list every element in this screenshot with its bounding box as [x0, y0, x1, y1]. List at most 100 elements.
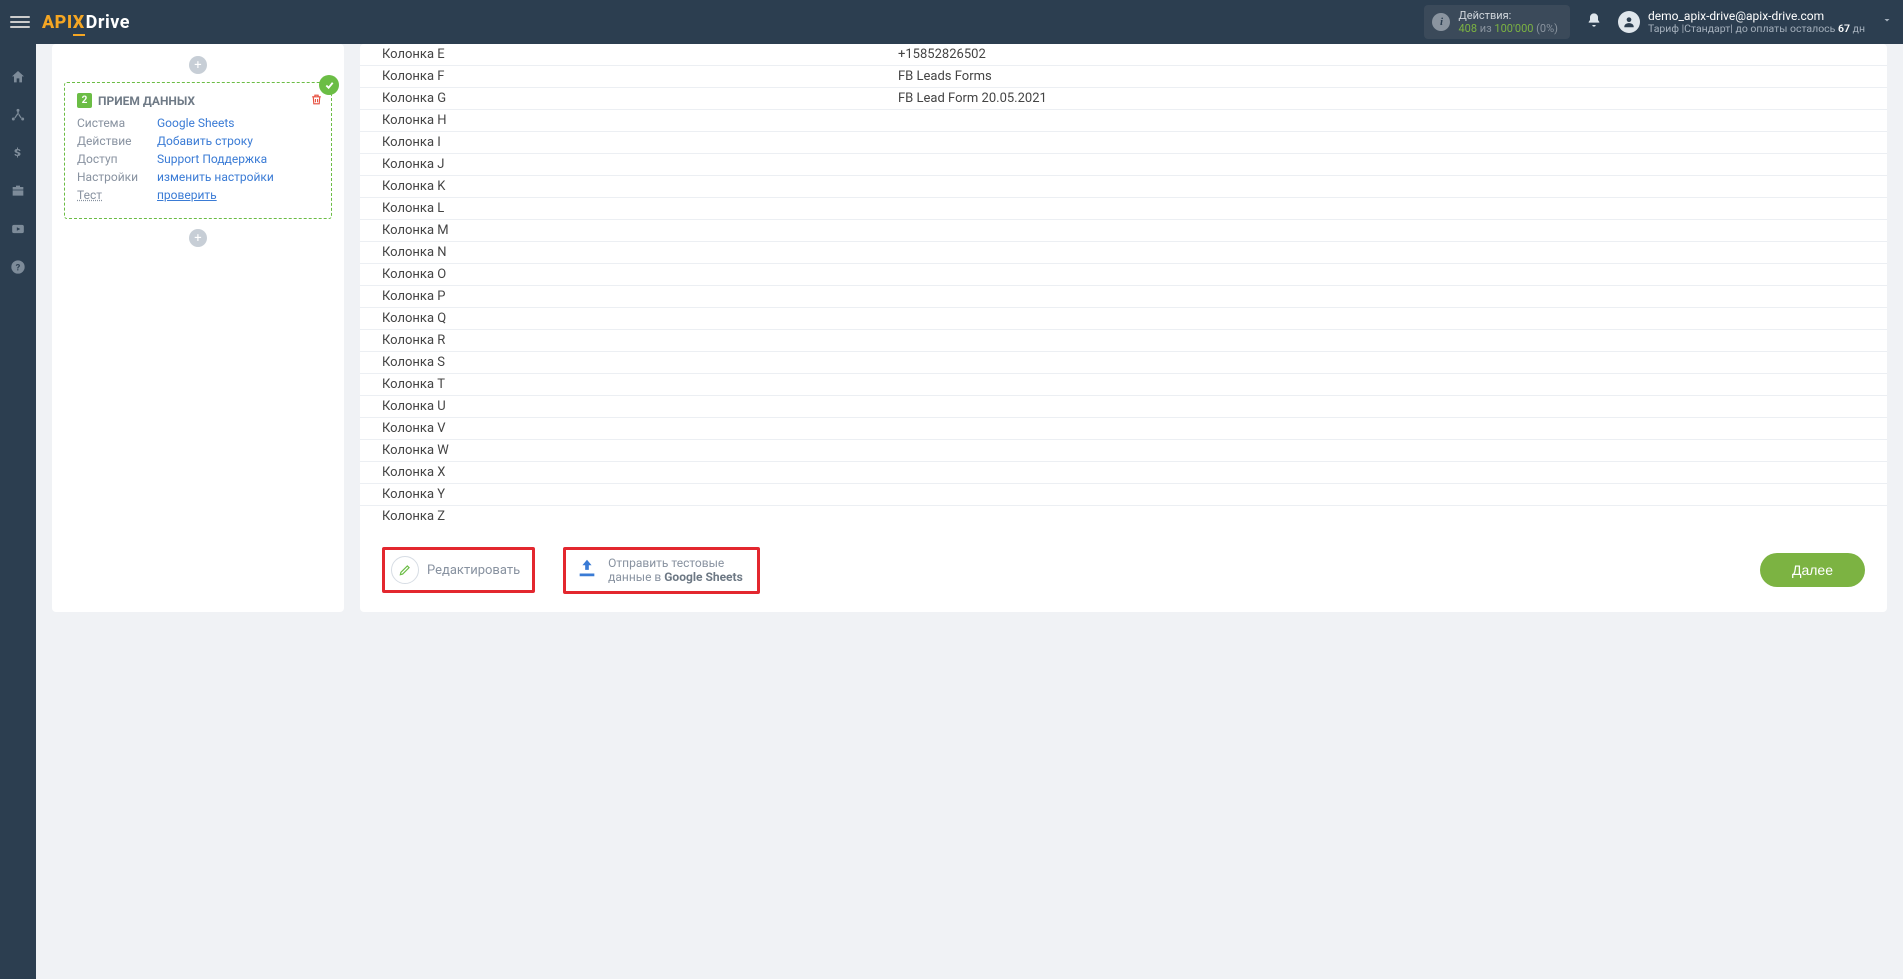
column-name: Колонка W: [360, 443, 898, 458]
column-name: Колонка G: [360, 91, 898, 106]
table-row: Колонка O: [360, 263, 1887, 285]
actions-label: Действия:: [1458, 9, 1558, 22]
column-value: [898, 443, 1887, 458]
topbar: API X Drive i Действия: 408 из 100'000 (…: [0, 0, 1903, 44]
send-test-button[interactable]: Отправить тестовые данные в Google Sheet…: [563, 547, 760, 594]
column-name: Колонка R: [360, 333, 898, 348]
column-value: FB Leads Forms: [898, 69, 1887, 84]
next-button[interactable]: Далее: [1760, 553, 1865, 587]
actions-counter[interactable]: i Действия: 408 из 100'000 (0%): [1424, 5, 1570, 39]
step-row-value[interactable]: Google Sheets: [157, 116, 234, 130]
step-title: 2 ПРИЕМ ДАННЫХ: [77, 93, 319, 108]
table-row: Колонка P: [360, 285, 1887, 307]
logo[interactable]: API X Drive: [42, 12, 130, 33]
step-row-value[interactable]: проверить: [157, 188, 217, 202]
add-step-after-button[interactable]: +: [189, 229, 207, 247]
column-value: [898, 179, 1887, 194]
info-icon: i: [1432, 13, 1450, 31]
column-value: [898, 201, 1887, 216]
column-value: [898, 509, 1887, 524]
step-row-label: Доступ: [77, 152, 147, 166]
table-row: Колонка FFB Leads Forms: [360, 65, 1887, 87]
step-row-value[interactable]: Добавить строку: [157, 134, 253, 148]
step-row-label: Действие: [77, 134, 147, 148]
table-row: Колонка K: [360, 175, 1887, 197]
column-value: [898, 355, 1887, 370]
step-row: Доступ Support Поддержка: [77, 152, 319, 166]
step-number: 2: [77, 93, 92, 108]
column-name: Колонка E: [360, 47, 898, 62]
column-name: Колонка M: [360, 223, 898, 238]
column-name: Колонка U: [360, 399, 898, 414]
step-row: Настройкиизменить настройки: [77, 170, 319, 184]
column-value: [898, 399, 1887, 414]
user-email: demo_apix-drive@apix-drive.com: [1648, 9, 1865, 23]
table-row: Колонка M: [360, 219, 1887, 241]
column-name: Колонка T: [360, 377, 898, 392]
table-row: Колонка T: [360, 373, 1887, 395]
add-step-before-button[interactable]: +: [189, 56, 207, 74]
table-row: Колонка L: [360, 197, 1887, 219]
actions-total: 100'000: [1494, 22, 1533, 35]
edit-button[interactable]: Редактировать: [382, 547, 535, 593]
video-icon[interactable]: [9, 220, 27, 238]
column-name: Колонка X: [360, 465, 898, 480]
table-row: Колонка Z: [360, 505, 1887, 527]
column-value: [898, 245, 1887, 260]
column-value: [898, 157, 1887, 172]
actions-pct: (0%): [1536, 22, 1558, 35]
column-name: Колонка P: [360, 289, 898, 304]
home-icon[interactable]: [9, 68, 27, 86]
column-name: Колонка N: [360, 245, 898, 260]
column-value: [898, 289, 1887, 304]
send-line1: Отправить тестовые: [608, 556, 743, 570]
pencil-icon: [391, 556, 419, 584]
table-row: Колонка N: [360, 241, 1887, 263]
avatar-icon: [1618, 11, 1640, 33]
step-row-value[interactable]: изменить настройки: [157, 170, 274, 184]
table-row: Колонка H: [360, 109, 1887, 131]
svg-text:?: ?: [16, 262, 21, 273]
column-name: Колонка Q: [360, 311, 898, 326]
table-row: Колонка I: [360, 131, 1887, 153]
column-name: Колонка V: [360, 421, 898, 436]
columns-table: Колонка E+15852826502Колонка FFB Leads F…: [360, 44, 1887, 527]
edit-label: Редактировать: [427, 563, 520, 578]
step-row-value[interactable]: Support Поддержка: [157, 152, 267, 166]
logo-mid: X: [73, 12, 85, 33]
delete-step-icon[interactable]: [310, 93, 323, 110]
column-value: [898, 113, 1887, 128]
menu-toggle-icon[interactable]: [10, 12, 30, 32]
table-row: Колонка S: [360, 351, 1887, 373]
step-card[interactable]: 2 ПРИЕМ ДАННЫХ СистемаGoogle Sheets Дейст…: [64, 82, 332, 219]
table-row: Колонка GFB Lead Form 20.05.2021: [360, 87, 1887, 109]
step-row: Действие Добавить строку: [77, 134, 319, 148]
table-row: Колонка Q: [360, 307, 1887, 329]
connections-icon[interactable]: [9, 106, 27, 124]
column-name: Колонка S: [360, 355, 898, 370]
content-panel: Колонка E+15852826502Колонка FFB Leads F…: [360, 44, 1887, 612]
column-value: [898, 487, 1887, 502]
logo-right: Drive: [86, 12, 130, 33]
bell-icon[interactable]: [1586, 12, 1602, 32]
table-row: Колонка U: [360, 395, 1887, 417]
table-row: Колонка Y: [360, 483, 1887, 505]
actions-used: 408: [1458, 22, 1477, 35]
chevron-down-icon[interactable]: [1881, 14, 1893, 30]
column-name: Колонка Y: [360, 487, 898, 502]
check-icon: [319, 75, 339, 95]
step-row: СистемаGoogle Sheets: [77, 116, 319, 130]
column-name: Колонка J: [360, 157, 898, 172]
billing-icon[interactable]: [9, 144, 27, 162]
table-row: Колонка V: [360, 417, 1887, 439]
table-row: Колонка J: [360, 153, 1887, 175]
column-name: Колонка I: [360, 135, 898, 150]
user-menu[interactable]: demo_apix-drive@apix-drive.com Тариф |Ст…: [1618, 9, 1865, 36]
table-row: Колонка E+15852826502: [360, 44, 1887, 65]
steps-panel: + 2 ПРИЕМ ДАННЫХ СистемаGoogle Sheets Дей…: [52, 44, 344, 612]
briefcase-icon[interactable]: [9, 182, 27, 200]
left-rail: ?: [0, 44, 36, 979]
help-icon[interactable]: ?: [9, 258, 27, 276]
column-value: [898, 333, 1887, 348]
step-row: Тестпроверить: [77, 188, 319, 202]
